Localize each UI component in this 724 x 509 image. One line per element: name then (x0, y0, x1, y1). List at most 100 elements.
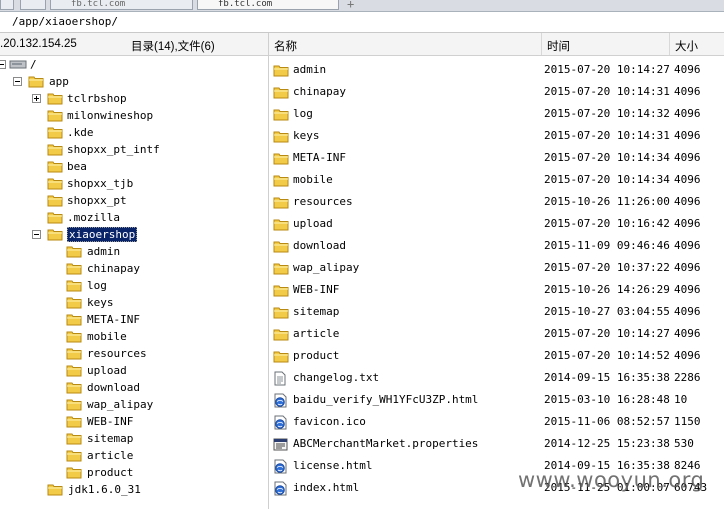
tree-item-label: shopxx_pt (67, 194, 127, 207)
tree-item[interactable]: bea (0, 158, 268, 175)
tree-item-label: log (87, 279, 107, 292)
file-row[interactable]: changelog.txt 2014-09-15 16:35:38 2286 (269, 367, 724, 389)
file-row[interactable]: mobile 2015-07-20 10:14:34 4096 (269, 169, 724, 191)
file-time: 2015-07-20 10:14:34 (544, 151, 670, 164)
folder-icon (273, 195, 289, 209)
tree-item[interactable]: .kde (0, 124, 268, 141)
tab-site-2[interactable]: fb.tcl.com (197, 0, 339, 10)
tree-child-item[interactable]: admin (0, 243, 268, 260)
tree-child-item[interactable]: keys (0, 294, 268, 311)
column-time[interactable]: 时间 (547, 38, 570, 54)
html-file-icon (273, 459, 289, 474)
tree-child-item[interactable]: download (0, 379, 268, 396)
tab-bar: fb.tcl.com fb.tcl.com + (0, 0, 724, 12)
file-time: 2015-11-09 09:46:46 (544, 239, 670, 252)
file-name: admin (293, 63, 327, 76)
tree-child-item[interactable]: WEB-INF (0, 413, 268, 430)
file-size: 4096 (674, 85, 701, 98)
tab-site-1[interactable]: fb.tcl.com (50, 0, 193, 10)
tree-item-jdk[interactable]: jdk1.6.0_31 (0, 481, 268, 498)
expand-toggle[interactable] (32, 94, 41, 103)
file-time: 2015-07-20 10:16:42 (544, 217, 670, 230)
tree-item[interactable]: xiaoershop (0, 226, 268, 243)
column-divider[interactable] (541, 33, 542, 55)
file-time: 2014-12-25 15:23:38 (544, 437, 670, 450)
file-name: mobile (293, 173, 333, 186)
tab-label: fb.tcl.com (218, 0, 273, 9)
tab-stub[interactable] (0, 0, 14, 10)
dir-summary: 目录(14),文件(6) (131, 41, 215, 53)
file-row[interactable]: resources 2015-10-26 11:26:00 4096 (269, 191, 724, 213)
column-divider[interactable] (669, 33, 670, 55)
file-time: 2015-07-20 10:14:31 (544, 85, 670, 98)
file-row[interactable]: product 2015-07-20 10:14:52 4096 (269, 345, 724, 367)
file-time: 2015-07-20 10:14:32 (544, 107, 670, 120)
file-row[interactable]: download 2015-11-09 09:46:46 4096 (269, 235, 724, 257)
file-size: 4096 (674, 217, 701, 230)
file-name: license.html (293, 459, 373, 472)
tree-child-item[interactable]: chinapay (0, 260, 268, 277)
file-row[interactable]: keys 2015-07-20 10:14:31 4096 (269, 125, 724, 147)
folder-icon (66, 432, 82, 445)
tree-child-item[interactable]: sitemap (0, 430, 268, 447)
file-size: 4096 (674, 327, 701, 340)
tree-child-item[interactable]: upload (0, 362, 268, 379)
file-row[interactable]: admin 2015-07-20 10:14:27 4096 (269, 59, 724, 81)
folder-icon (66, 398, 82, 411)
file-time: 2014-09-15 16:35:38 (544, 371, 670, 384)
file-row[interactable]: upload 2015-07-20 10:16:42 4096 (269, 213, 724, 235)
file-row[interactable]: chinapay 2015-07-20 10:14:31 4096 (269, 81, 724, 103)
file-name: chinapay (293, 85, 346, 98)
file-row[interactable]: WEB-INF 2015-10-26 14:26:29 4096 (269, 279, 724, 301)
tree-item[interactable]: shopxx_tjb (0, 175, 268, 192)
collapse-toggle[interactable] (32, 230, 41, 239)
file-row[interactable]: wap_alipay 2015-07-20 10:37:22 4096 (269, 257, 724, 279)
file-time: 2015-07-20 10:14:34 (544, 173, 670, 186)
file-row[interactable]: ABCMerchantMarket.properties 2014-12-25 1… (269, 433, 724, 455)
tree-item-label: chinapay (87, 262, 140, 275)
folder-icon (66, 381, 82, 394)
file-row[interactable]: META-INF 2015-07-20 10:14:34 4096 (269, 147, 724, 169)
file-time: 2015-07-20 10:37:22 (544, 261, 670, 274)
file-size: 4096 (674, 195, 701, 208)
file-row[interactable]: baidu_verify_WH1YFcU3ZP.html 2015-03-10 1… (269, 389, 724, 411)
folder-icon (273, 173, 289, 187)
new-tab-button[interactable]: + (347, 0, 354, 11)
tab-icon-only[interactable] (20, 0, 46, 10)
tree-item[interactable]: milonwineshop (0, 107, 268, 124)
collapse-toggle[interactable] (13, 77, 22, 86)
properties-file-icon (273, 437, 289, 451)
directory-tree: / app tclrbshop milonwineshop .kde shopxx_p… (0, 56, 268, 509)
tree-item[interactable]: tclrbshop (0, 90, 268, 107)
tree-root[interactable]: / (0, 56, 268, 73)
tree-item[interactable]: .mozilla (0, 209, 268, 226)
column-size[interactable]: 大小 (675, 38, 698, 54)
tree-child-item[interactable]: product (0, 464, 268, 481)
tree-child-item[interactable]: mobile (0, 328, 268, 345)
tree-item-label: keys (87, 296, 114, 309)
column-name[interactable]: 名称 (274, 38, 297, 54)
folder-icon (47, 143, 63, 156)
file-name: upload (293, 217, 333, 230)
tree-child-item[interactable]: resources (0, 345, 268, 362)
file-row[interactable]: log 2015-07-20 10:14:32 4096 (269, 103, 724, 125)
folder-icon (66, 449, 82, 462)
tree-child-item[interactable]: article (0, 447, 268, 464)
collapse-toggle[interactable] (0, 60, 6, 69)
file-size: 4096 (674, 129, 701, 142)
tree-child-item[interactable]: META-INF (0, 311, 268, 328)
file-row[interactable]: article 2015-07-20 10:14:27 4096 (269, 323, 724, 345)
file-row[interactable]: sitemap 2015-10-27 03:04:55 4096 (269, 301, 724, 323)
path-bar[interactable]: /app/xiaoershop/ (0, 12, 724, 33)
file-time: 2015-07-20 10:14:27 (544, 63, 670, 76)
folder-icon (47, 92, 63, 105)
tree-child-item[interactable]: wap_alipay (0, 396, 268, 413)
tree-item[interactable]: shopxx_pt_intf (0, 141, 268, 158)
path-field[interactable]: /app/xiaoershop/ (12, 15, 118, 28)
tree-item-label: tclrbshop (67, 92, 127, 105)
tree-child-item[interactable]: log (0, 277, 268, 294)
folder-icon (66, 262, 82, 275)
tree-item[interactable]: shopxx_pt (0, 192, 268, 209)
tree-item-app[interactable]: app (0, 73, 268, 90)
file-row[interactable]: favicon.ico 2015-11-06 08:52:57 1150 (269, 411, 724, 433)
